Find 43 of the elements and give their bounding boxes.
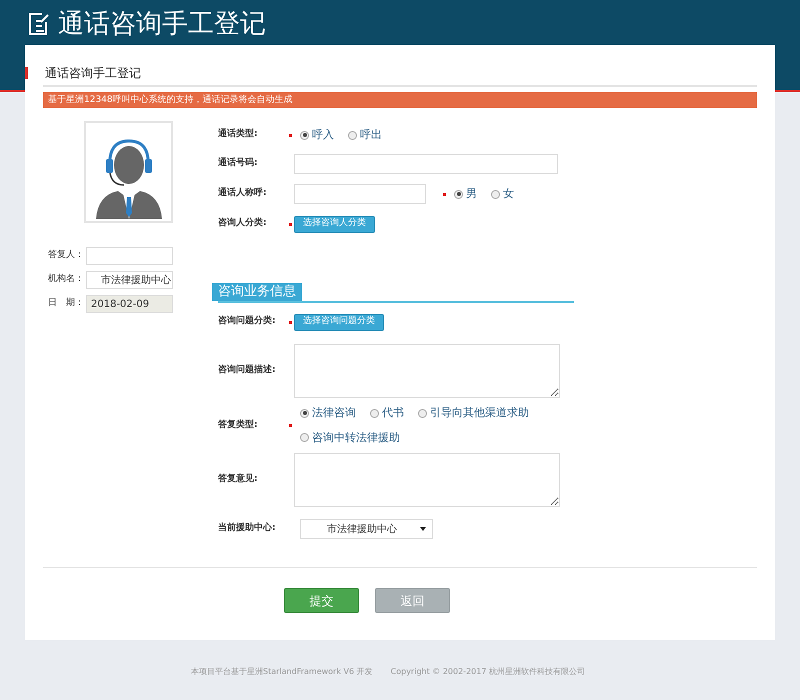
radio-button[interactable] [454, 190, 463, 198]
field-label: 日 期： [47, 297, 85, 310]
text-area[interactable] [294, 453, 560, 507]
field-label: 当前援助中心: [218, 522, 277, 536]
field-label: 答复类型: [218, 418, 259, 432]
field-label: 咨询问题分类: [218, 315, 277, 328]
field-label: 机构名： [47, 273, 85, 286]
footer-text: 本项目平台基于星洲StarlandFramework V6 开发 [191, 666, 373, 678]
field-label: 通话人称呼: [218, 187, 268, 200]
radio-button[interactable] [348, 130, 357, 140]
field-label: 咨询问题描述: [218, 364, 277, 378]
notice-banner: 基于星洲12348呼叫中心系统的支持，通话记录将会自动生成 [43, 92, 757, 108]
radio-option[interactable]: 代书 [370, 405, 404, 422]
field-label: 答复意见: [218, 473, 259, 486]
radio-option[interactable]: 咨询中转法律援助 [300, 430, 400, 446]
radio-button[interactable] [370, 408, 379, 418]
text-field[interactable] [86, 247, 173, 265]
radio-button[interactable] [491, 190, 500, 198]
radio-button[interactable] [300, 408, 309, 418]
text-field[interactable] [294, 154, 558, 174]
field-label: 答复人： [47, 249, 85, 262]
field-label: 咨询人分类: [218, 217, 268, 230]
radio-option[interactable]: 法律咨询 [300, 405, 356, 422]
radio-button[interactable] [418, 408, 427, 418]
page-title: 通话咨询手工登记 [58, 8, 266, 40]
radio-option[interactable]: 女 [491, 186, 514, 202]
radio-button[interactable] [300, 433, 309, 442]
footer-text: Copyright © 2002-2017 杭州星洲软件科技有限公司 [390, 666, 585, 678]
radio-option[interactable]: 引导向其他渠道求助 [418, 405, 529, 422]
field-label: 通话号码: [218, 157, 259, 170]
text-field[interactable] [294, 184, 426, 204]
radio-option[interactable]: 男 [454, 186, 477, 202]
dropdown-arrow-icon [420, 527, 426, 531]
radio-button[interactable] [300, 130, 309, 140]
text-area[interactable] [294, 344, 560, 398]
radio-option[interactable]: 呼入 [300, 126, 334, 144]
edit-icon [28, 12, 50, 36]
dropdown[interactable]: 市法律援助中心 [300, 519, 433, 539]
text-field[interactable]: 市法律援助中心 [86, 271, 173, 289]
panel-title: 通话咨询手工登记 [45, 65, 141, 82]
radio-option[interactable]: 呼出 [348, 126, 382, 144]
section-title: 咨询业务信息 [212, 283, 302, 301]
field-label: 通话类型: [218, 128, 259, 142]
